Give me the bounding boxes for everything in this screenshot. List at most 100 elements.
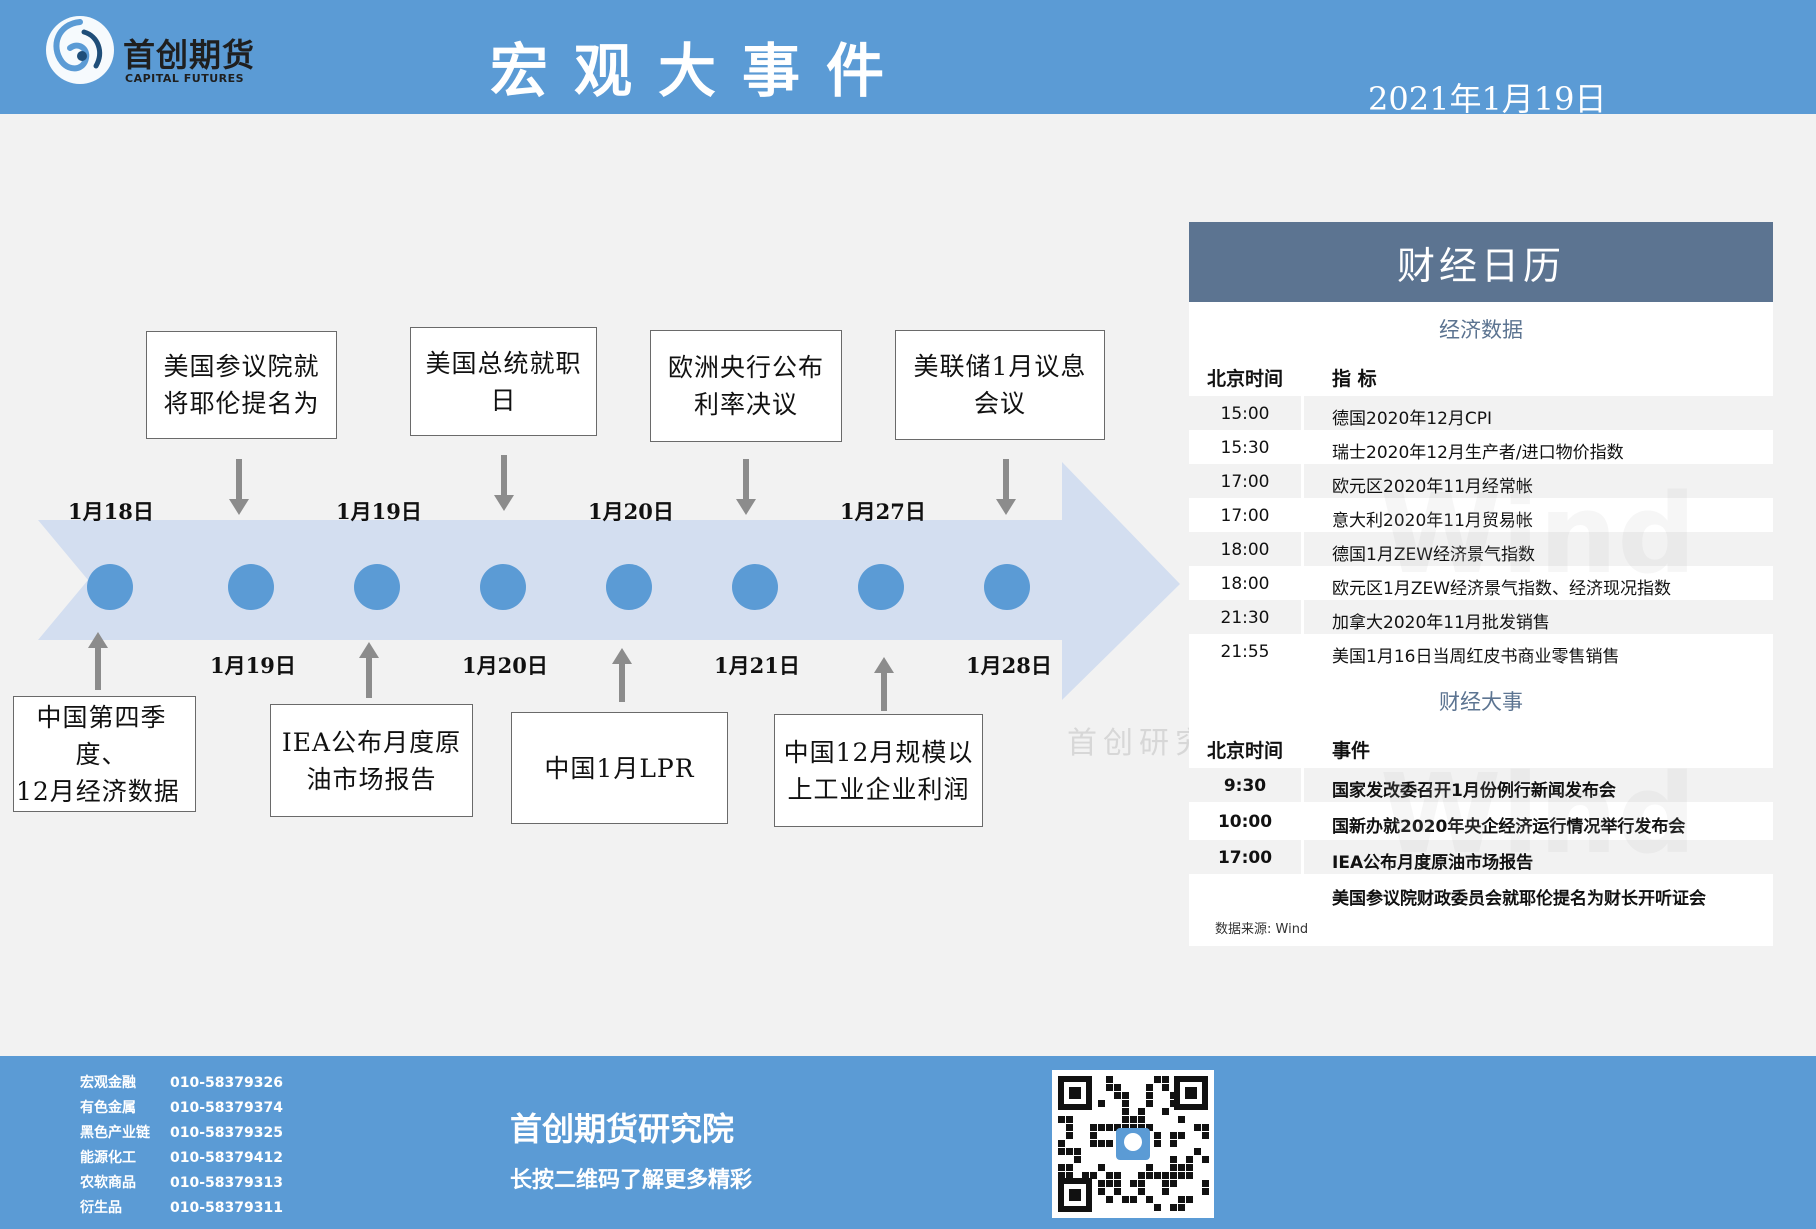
timeline-dot bbox=[858, 564, 904, 610]
qr-module bbox=[1106, 1124, 1113, 1131]
qr-module bbox=[1186, 1156, 1193, 1163]
event-box-bottom-1: 中国第四季度、 12月经济数据 bbox=[13, 696, 196, 812]
data-source-note: 数据来源: Wind bbox=[1215, 922, 1309, 937]
row-time: 21:30 bbox=[1220, 608, 1270, 628]
qr-module bbox=[1122, 1092, 1129, 1099]
qr-module bbox=[1098, 1188, 1105, 1195]
header-time: 北京时间 bbox=[1206, 368, 1283, 390]
timeline-dot bbox=[354, 564, 400, 610]
qr-module bbox=[1162, 1188, 1169, 1195]
table-row: 美国参议院财政委员会就耶伦提名为财长开听证会 bbox=[1189, 876, 1773, 910]
capital-futures-logo-icon bbox=[46, 16, 114, 84]
qr-module bbox=[1114, 1084, 1121, 1091]
contact-row: 有色金属 010-58379374 bbox=[80, 1097, 283, 1117]
row-time: 15:30 bbox=[1220, 438, 1270, 458]
row-item: 瑞士2020年12月生产者/进口物价指数 bbox=[1332, 443, 1624, 463]
qr-module bbox=[1098, 1140, 1105, 1147]
qr-module bbox=[1202, 1132, 1209, 1139]
qr-module bbox=[1122, 1116, 1129, 1123]
arrow-down-icon bbox=[229, 459, 249, 515]
qr-module bbox=[1082, 1172, 1089, 1179]
qr-module bbox=[1098, 1180, 1105, 1187]
contact-dept: 农软商品 bbox=[80, 1175, 136, 1191]
event-line: 中国1月LPR bbox=[544, 753, 695, 783]
qr-module bbox=[1114, 1180, 1121, 1187]
qr-module bbox=[1154, 1204, 1161, 1211]
qr-module bbox=[1066, 1124, 1073, 1131]
qr-module bbox=[1146, 1164, 1153, 1171]
qr-module bbox=[1138, 1180, 1145, 1187]
event-line: 中国12月规模以 bbox=[783, 737, 974, 767]
timeline-date-top-2: 1月19日 bbox=[336, 499, 422, 524]
qr-module bbox=[1106, 1172, 1113, 1179]
qr-module bbox=[1162, 1076, 1169, 1083]
arrow-up-icon bbox=[88, 632, 108, 690]
event-line: 日 bbox=[490, 385, 517, 415]
qr-module bbox=[1178, 1204, 1185, 1211]
qr-module bbox=[1058, 1148, 1065, 1155]
qr-module bbox=[1138, 1172, 1145, 1179]
event-line: 美国参议院就 bbox=[163, 352, 320, 381]
qr-module bbox=[1058, 1116, 1065, 1123]
qr-module bbox=[1202, 1188, 1209, 1195]
qr-module bbox=[1066, 1148, 1073, 1155]
qr-module bbox=[1114, 1092, 1121, 1099]
timeline-dot bbox=[606, 564, 652, 610]
contact-dept: 宏观金融 bbox=[80, 1075, 136, 1091]
row-time: 17:00 bbox=[1220, 506, 1270, 526]
qr-module bbox=[1122, 1100, 1129, 1107]
header-item: 指 标 bbox=[1332, 368, 1377, 390]
qr-module bbox=[1146, 1092, 1153, 1099]
header-time: 北京时间 bbox=[1206, 740, 1283, 762]
event-line: IEA公布月度原 bbox=[281, 727, 462, 757]
table-row: 15:30 瑞士2020年12月生产者/进口物价指数 bbox=[1189, 430, 1773, 464]
qr-module bbox=[1202, 1124, 1209, 1131]
row-item: 美国1月16日当周红皮书商业零售销售 bbox=[1332, 647, 1620, 667]
timeline-dot bbox=[480, 564, 526, 610]
qr-module bbox=[1178, 1172, 1185, 1179]
timeline-date-top-3: 1月20日 bbox=[588, 499, 674, 524]
contact-dept: 衍生品 bbox=[80, 1200, 122, 1216]
qr-module bbox=[1074, 1148, 1081, 1155]
qr-module bbox=[1074, 1156, 1081, 1163]
qr-module bbox=[1146, 1196, 1153, 1203]
page-title: 宏观大事件 bbox=[490, 37, 911, 105]
event-box-bottom-2: IEA公布月度原 油市场报告 bbox=[270, 704, 473, 817]
row-item: 德国2020年12月CPI bbox=[1332, 409, 1493, 429]
footer-org-name: 首创期货研究院 bbox=[510, 1110, 735, 1148]
qr-module bbox=[1178, 1116, 1185, 1123]
arrow-down-icon bbox=[996, 459, 1016, 515]
qr-module bbox=[1170, 1180, 1177, 1187]
qr-code-icon[interactable] bbox=[1052, 1070, 1214, 1218]
arrow-up-icon bbox=[359, 642, 379, 698]
section-title-financial-events: 财经大事 bbox=[1439, 690, 1523, 714]
event-box-bottom-3: 中国1月LPR bbox=[511, 712, 728, 824]
event-line: 将耶伦提名为 bbox=[163, 389, 320, 418]
qr-module bbox=[1178, 1164, 1185, 1171]
contact-row: 能源化工 010-58379412 bbox=[80, 1147, 283, 1167]
event-line: 欧洲央行公布 bbox=[667, 353, 824, 382]
qr-module bbox=[1170, 1132, 1177, 1139]
event-line: 美国总统就职 bbox=[425, 348, 582, 378]
event-line: 中国第四季度、 bbox=[36, 702, 167, 769]
table-row: 21:30 加拿大2020年11月批发销售 bbox=[1189, 600, 1773, 634]
qr-module bbox=[1146, 1100, 1153, 1107]
timeline-date-bottom-1: 1月19日 bbox=[210, 653, 296, 678]
header-date: 2021年1月19日 bbox=[1368, 80, 1607, 118]
qr-module bbox=[1194, 1148, 1201, 1155]
timeline-date-top-1: 1月18日 bbox=[68, 499, 154, 524]
timeline-date-bottom-2: 1月20日 bbox=[462, 653, 548, 678]
event-line: 油市场报告 bbox=[306, 764, 437, 794]
contact-dept: 黑色产业链 bbox=[80, 1125, 150, 1141]
qr-module bbox=[1154, 1132, 1161, 1139]
calendar-title: 财经日历 bbox=[1189, 222, 1773, 302]
event-line: 美联储1月议息 bbox=[913, 352, 1087, 381]
qr-module bbox=[1114, 1188, 1121, 1195]
row-time: 21:55 bbox=[1220, 642, 1270, 662]
qr-module bbox=[1162, 1180, 1169, 1187]
qr-module bbox=[1130, 1180, 1137, 1187]
qr-module bbox=[1106, 1140, 1113, 1147]
event-box-top-1: 美国参议院就 将耶伦提名为 bbox=[146, 331, 337, 439]
qr-module bbox=[1186, 1164, 1193, 1171]
row-time: 15:00 bbox=[1220, 404, 1270, 424]
